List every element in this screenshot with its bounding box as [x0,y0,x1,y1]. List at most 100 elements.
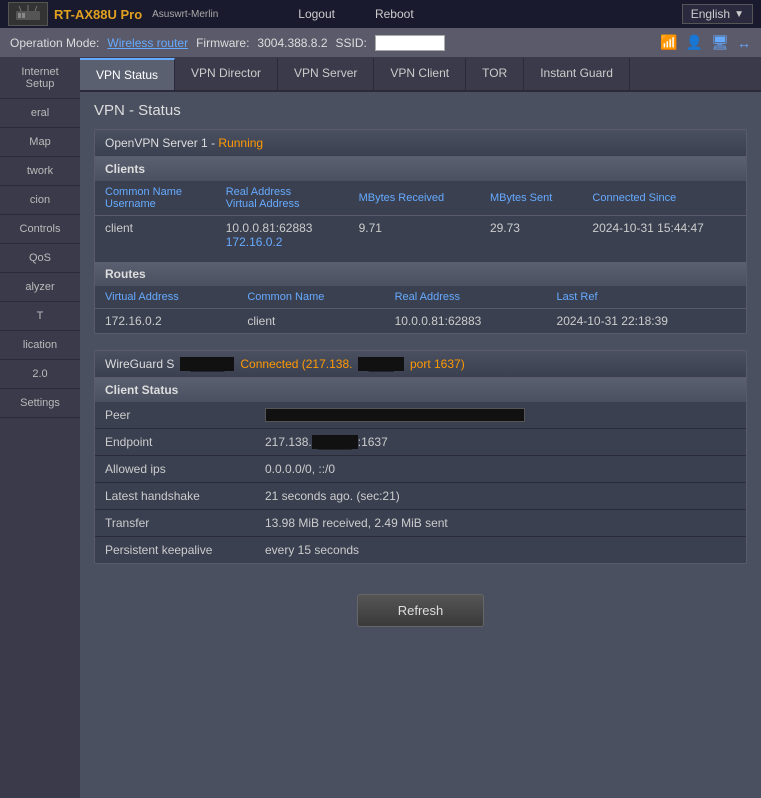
route-col-virtual-address: Virtual Address [95,286,237,309]
logo-area: RT-AX88U Pro Asuswrt-Merlin [8,2,218,26]
refresh-button[interactable]: Refresh [357,594,485,627]
sidebar-item-controls[interactable]: Controls [0,215,80,244]
route-col-real-address: Real Address [385,286,547,309]
content-area: VPN - Status OpenVPN Server 1 - Running … [80,92,761,651]
page-title: VPN - Status [94,102,747,119]
tab-vpn-status[interactable]: VPN Status [80,58,175,90]
status-row-latest-handshake: Latest handshake 21 seconds ago. (sec:21… [95,483,746,510]
sidebar-item-map[interactable]: Map [0,128,80,157]
wireguard-header: WireGuard S ████ Connected (217.138. ███… [95,351,746,378]
latest-handshake-value: 21 seconds ago. (sec:21) [255,483,746,510]
wifi-icon: 📶 [660,34,677,51]
tab-vpn-server[interactable]: VPN Server [278,58,374,90]
wg-port-text: port 1637) [410,357,465,371]
chevron-down-icon: ▼ [734,9,744,20]
client-mbytes-received: 9.71 [349,216,480,255]
endpoint-label: Endpoint [95,429,255,456]
peer-label: Peer [95,402,255,429]
clients-header-row: Common Name Username Real Address Virtua… [95,181,746,216]
tab-vpn-director[interactable]: VPN Director [175,58,278,90]
computer-icon: 🖥 [711,34,729,51]
route-col-common-name: Common Name [237,286,384,309]
client-status-header: Client Status [95,378,746,402]
client-status-table: Peer Endpoint 217.138.████:1637 [95,402,746,563]
client-row-0: client 10.0.0.81:62883 172.16.0.2 9.71 2… [95,216,746,255]
firmware-value: 3004.388.8.2 [257,36,327,50]
clients-table: Common Name Username Real Address Virtua… [95,181,746,254]
language-label: English [691,7,730,21]
share-icon: ↔ [737,35,751,51]
client-addresses: 10.0.0.81:62883 172.16.0.2 [216,216,349,255]
client-mbytes-sent: 29.73 [480,216,582,255]
sidebar-item-network[interactable]: twork [0,157,80,186]
client-common-name: client [95,216,216,255]
status-row-allowed-ips: Allowed ips 0.0.0.0/0, ::/0 [95,456,746,483]
openvpn-panel: OpenVPN Server 1 - Running Clients Commo… [94,129,747,334]
ssid-input[interactable] [375,35,445,51]
info-icons: 📶 👤 🖥 ↔ [660,34,751,51]
tab-vpn-client[interactable]: VPN Client [374,58,466,90]
reboot-button[interactable]: Reboot [355,0,434,28]
route-virtual-address: 172.16.0.2 [95,309,237,334]
col-mbytes-received: MBytes Received [349,181,480,216]
route-last-ref: 2024-10-31 22:18:39 [547,309,746,334]
latest-handshake-label: Latest handshake [95,483,255,510]
col-common-name: Common Name Username [95,181,216,216]
endpoint-value: 217.138.████:1637 [255,429,746,456]
sidebar-item-settings[interactable]: Settings [0,389,80,418]
language-selector[interactable]: English ▼ [682,4,753,24]
endpoint-redacted: ████ [312,435,358,449]
wg-interface-redacted: ████ [180,357,234,371]
col-real-address: Real Address Virtual Address [216,181,349,216]
sidebar-item-t[interactable]: T [0,302,80,331]
top-bar: RT-AX88U Pro Asuswrt-Merlin Logout Reboo… [0,0,761,28]
col-real-address-label: Real Address [226,186,339,198]
tab-instant-guard[interactable]: Instant Guard [524,58,630,90]
client-connected-since: 2024-10-31 15:44:47 [582,216,746,255]
refresh-area: Refresh [94,580,747,641]
route-real-address: 10.0.0.81:62883 [385,309,547,334]
client-virtual-address: 172.16.0.2 [226,235,339,249]
wg-status-text: Connected (217.138. [240,357,352,371]
sidebar-item-application[interactable]: lication [0,331,80,360]
router-icon [8,2,48,26]
main-content: VPN Status VPN Director VPN Server VPN C… [80,58,761,798]
sidebar-item-qos[interactable]: QoS [0,244,80,273]
col-username-label: Username [105,198,206,210]
route-col-last-ref: Last Ref [547,286,746,309]
route-common-name: client [237,309,384,334]
logout-button[interactable]: Logout [278,0,355,28]
main-layout: Internet Setup eral Map twork cion Contr… [0,58,761,798]
client-real-address: 10.0.0.81:62883 [226,221,339,235]
clients-section-header: Clients [95,157,746,181]
product-name: RT-AX88U Pro [54,7,142,22]
openvpn-status: Running [218,136,263,150]
sidebar-item-2-0[interactable]: 2.0 [0,360,80,389]
operation-mode-label: Operation Mode: [10,36,99,50]
sidebar-item-cion[interactable]: cion [0,186,80,215]
persistent-keepalive-label: Persistent keepalive [95,537,255,564]
user-icon: 👤 [686,34,703,51]
peer-value [255,402,746,429]
info-bar: Operation Mode: Wireless router Firmware… [0,28,761,58]
sidebar-item-analyzer[interactable]: alyzer [0,273,80,302]
wg-ip-redacted: ███ [358,357,404,371]
tab-tor[interactable]: TOR [466,58,524,90]
openvpn-header: OpenVPN Server 1 - Running [95,130,746,157]
col-connected-since: Connected Since [582,181,746,216]
transfer-label: Transfer [95,510,255,537]
client-status-section: Client Status Peer Endpoint [95,378,746,563]
allowed-ips-value: 0.0.0.0/0, ::/0 [255,456,746,483]
status-row-endpoint: Endpoint 217.138.████:1637 [95,429,746,456]
status-row-persistent-keepalive: Persistent keepalive every 15 seconds [95,537,746,564]
openvpn-title: OpenVPN Server 1 [105,136,208,150]
routes-section-header: Routes [95,262,746,286]
peer-bar [265,408,525,422]
operation-mode-value: Wireless router [107,36,188,50]
sidebar-item-general[interactable]: eral [0,99,80,128]
routes-table: Virtual Address Common Name Real Address… [95,286,746,333]
sidebar-item-internet-setup[interactable]: Internet Setup [0,58,80,99]
firmware-label: Firmware: [196,36,249,50]
persistent-keepalive-value: every 15 seconds [255,537,746,564]
transfer-value: 13.98 MiB received, 2.49 MiB sent [255,510,746,537]
